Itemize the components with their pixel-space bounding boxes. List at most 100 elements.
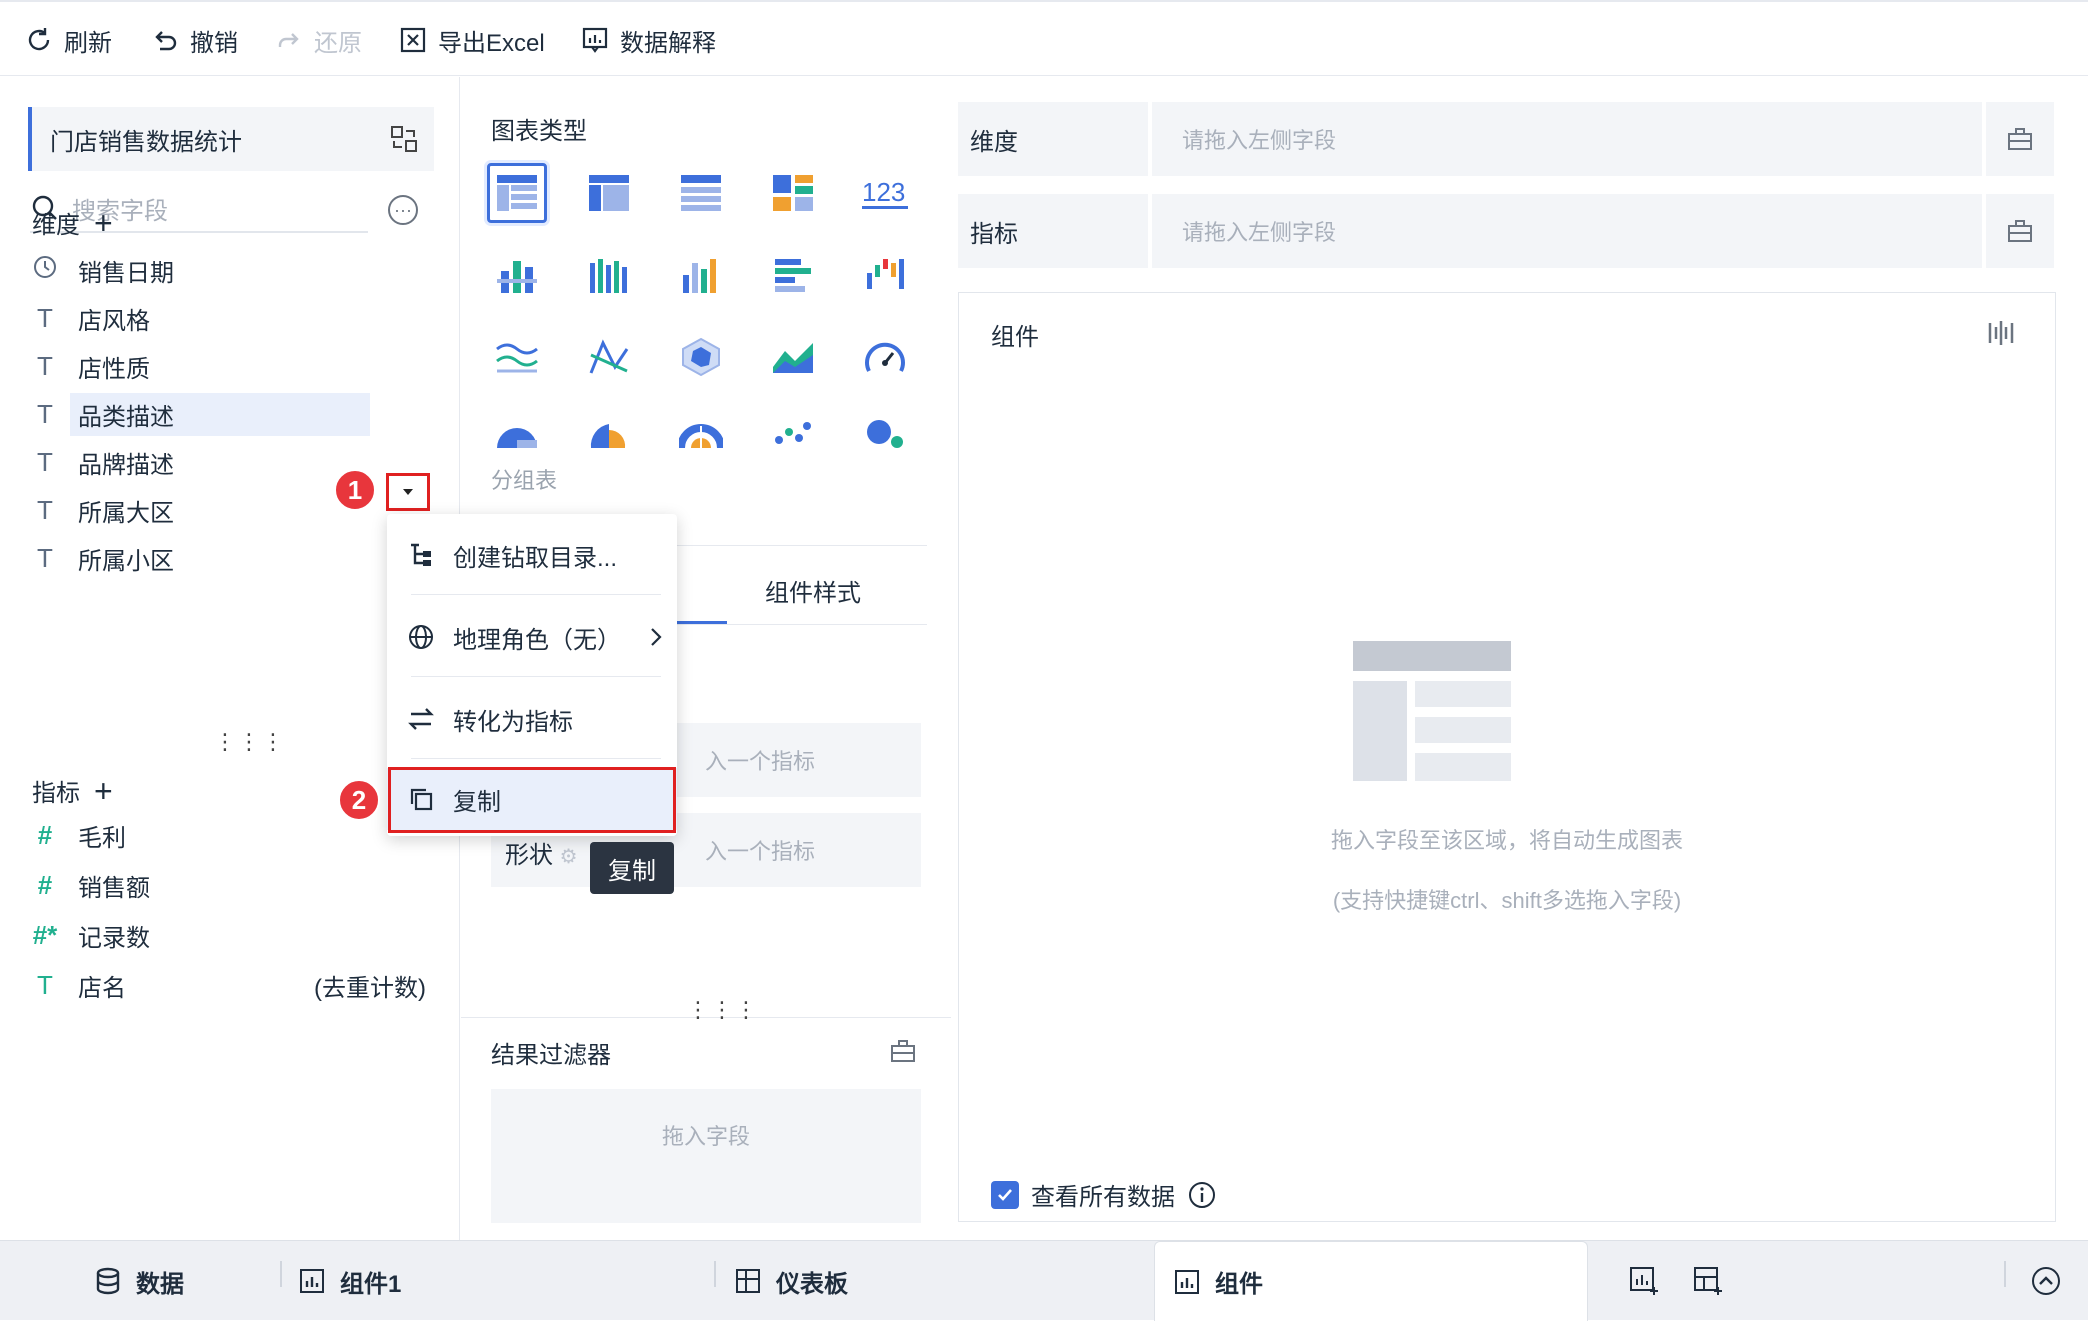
chart-type-gauge[interactable] xyxy=(855,327,915,387)
bubble-chart-icon xyxy=(867,420,903,448)
menu-item-geo-role[interactable]: 地理角色（无） xyxy=(387,596,677,678)
chart-type-title: 图表类型 xyxy=(491,118,587,145)
empty-table-illustration xyxy=(1353,641,1511,781)
add-component-icon[interactable] xyxy=(1628,1265,1660,1297)
tab-component1[interactable]: 组件1 xyxy=(298,1241,401,1321)
chart-type-scatter[interactable] xyxy=(763,403,823,463)
dimension-item[interactable]: T 店性质 xyxy=(30,346,430,386)
chart-type-indicator-card[interactable] xyxy=(763,163,823,223)
chart-type-bubble[interactable] xyxy=(855,403,915,463)
scatter-icon xyxy=(775,422,811,444)
resize-handle[interactable]: ⋮⋮⋮ xyxy=(214,729,286,755)
dimension-item[interactable]: T 店风格 xyxy=(30,298,430,338)
sunburst-icon xyxy=(679,424,723,448)
dimension-drop-zone[interactable]: 请拖入左侧字段 xyxy=(1152,102,1982,176)
toolbar: 刷新 撤销 还原 导出Excel 数据解释 xyxy=(0,0,2088,76)
svg-text:123: 123 xyxy=(862,177,905,207)
view-all-data-checkbox[interactable]: 查看所有数据 xyxy=(991,1177,1217,1212)
info-icon[interactable] xyxy=(1187,1180,1217,1210)
chart-style-icon[interactable] xyxy=(1987,319,2015,347)
add-metric-icon[interactable]: + xyxy=(94,775,113,807)
indicator-card-icon xyxy=(773,175,813,211)
chart-type-pie[interactable] xyxy=(487,403,547,463)
chart-type-radar[interactable] xyxy=(671,327,731,387)
result-filter-title: 结果过滤器 xyxy=(491,1042,611,1069)
add-dimension-icon[interactable]: + xyxy=(94,207,113,239)
chart-type-stacked-bar[interactable] xyxy=(487,245,547,305)
dimension-item[interactable]: T 所属小区 xyxy=(30,538,430,578)
cross-table-icon xyxy=(589,175,629,211)
group-table-icon xyxy=(497,175,537,211)
redo-icon xyxy=(278,33,299,47)
collapse-up-icon[interactable] xyxy=(2030,1265,2062,1297)
dimension-settings-button[interactable] xyxy=(1986,102,2054,176)
chart-type-polyline[interactable] xyxy=(579,327,639,387)
refresh-button[interactable]: 刷新 xyxy=(24,22,112,58)
chart-type-rose[interactable] xyxy=(579,403,639,463)
bar-chart-icon xyxy=(683,259,716,293)
checkbox-checked-icon[interactable] xyxy=(991,1180,1019,1209)
chart-type-waterfall[interactable] xyxy=(855,245,915,305)
resize-handle[interactable]: ⋮⋮⋮ xyxy=(687,997,759,1023)
chevron-right-icon xyxy=(651,628,662,646)
menu-item-convert-metric[interactable]: 转化为指标 xyxy=(387,678,677,760)
chart-type-group-table[interactable] xyxy=(487,163,547,223)
metric-item[interactable]: # 销售额 xyxy=(30,865,430,905)
radar-icon xyxy=(682,337,720,377)
waterfall-icon xyxy=(867,259,904,289)
dimensions-section-title: 维度 + xyxy=(32,204,113,241)
tab-data[interactable]: 数据 xyxy=(94,1241,184,1321)
refresh-icon xyxy=(28,28,50,51)
divider xyxy=(411,758,661,759)
metric-item[interactable]: #* 记录数 xyxy=(30,915,430,955)
chart-type-horizontal-bar[interactable] xyxy=(763,245,823,305)
chart-type-multi-bar[interactable] xyxy=(579,245,639,305)
filter-drop-zone[interactable]: 拖入字段 xyxy=(491,1089,921,1223)
add-dashboard-icon[interactable] xyxy=(1692,1265,1724,1297)
swap-dataset-icon[interactable] xyxy=(388,123,420,155)
data-explain-button[interactable]: 数据解释 xyxy=(580,22,716,58)
selected-chart-name: 分组表 xyxy=(491,468,558,493)
dimension-row-label: 维度 xyxy=(958,102,1148,176)
metric-item[interactable]: # 毛利 xyxy=(30,815,430,855)
globe-icon xyxy=(409,625,433,649)
undo-button[interactable]: 撤销 xyxy=(150,22,238,58)
text-field-icon: T xyxy=(37,398,53,429)
dimension-item[interactable]: 销售日期 xyxy=(30,250,430,290)
chart-canvas[interactable]: 组件 拖入字段至该区域，将自动生成图表 (支持快捷键ctrl、shift多选拖入… xyxy=(958,292,2056,1222)
dataset-selector[interactable]: 门店销售数据统计 xyxy=(28,107,434,171)
chart-type-number[interactable]: 123 xyxy=(855,163,915,223)
polyline-icon xyxy=(589,339,629,374)
chart-type-line[interactable] xyxy=(487,327,547,387)
chart-tab-icon xyxy=(300,1269,324,1293)
more-options-icon[interactable]: ··· xyxy=(388,195,418,225)
menu-item-create-drill[interactable]: 创建钻取目录... xyxy=(387,514,677,596)
tab-component-style[interactable]: 组件样式 xyxy=(765,573,861,608)
metric-item[interactable]: T 店名 (去重计数) xyxy=(30,965,430,1005)
chart-type-sunburst[interactable] xyxy=(671,403,731,463)
dimension-item-selected[interactable]: T 品类描述 xyxy=(30,392,430,436)
tab-dashboard[interactable]: 仪表板 xyxy=(734,1241,848,1321)
metric-settings-button[interactable] xyxy=(1986,194,2054,268)
redo-button[interactable]: 还原 xyxy=(274,22,362,58)
filter-settings-icon[interactable] xyxy=(889,1037,917,1065)
chart-type-cross-table[interactable] xyxy=(579,163,639,223)
chart-type-bar[interactable] xyxy=(671,245,731,305)
line-chart-icon xyxy=(496,343,538,373)
caret-down-icon xyxy=(403,489,413,495)
chart-type-detail-table[interactable] xyxy=(671,163,731,223)
number-field-icon: # xyxy=(37,869,53,900)
briefcase-icon xyxy=(2008,128,2032,150)
pie-chart-icon xyxy=(497,428,537,448)
field-dropdown-button[interactable] xyxy=(386,473,430,511)
step-badge-2: 2 xyxy=(338,779,380,821)
horizontal-bar-icon xyxy=(775,259,811,292)
data-explain-icon xyxy=(582,27,608,53)
chart-type-area[interactable] xyxy=(763,327,823,387)
export-excel-button[interactable]: 导出Excel xyxy=(398,22,545,58)
metric-drop-zone[interactable]: 请拖入左侧字段 xyxy=(1152,194,1982,268)
tab-component-active[interactable]: 组件 xyxy=(1154,1241,1588,1321)
database-icon xyxy=(96,1267,120,1295)
settings-icon[interactable]: ⚙ xyxy=(560,846,578,868)
text-field-icon: T xyxy=(37,494,53,525)
